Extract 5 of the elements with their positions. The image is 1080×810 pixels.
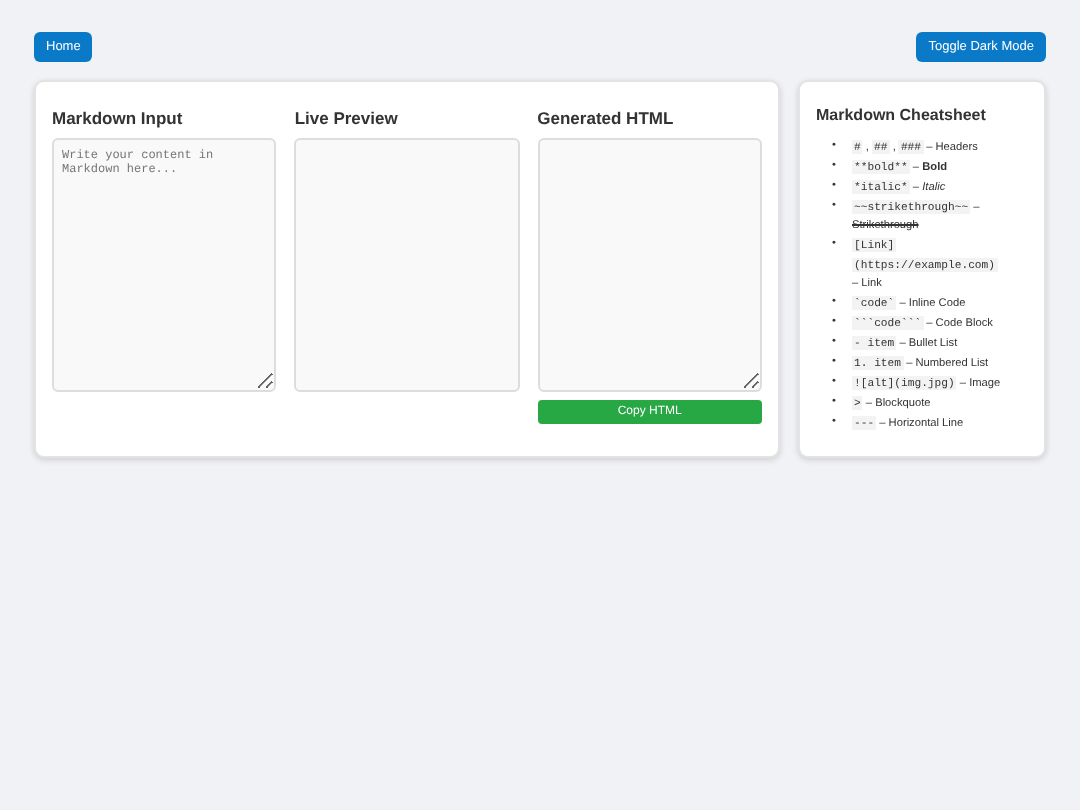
cheatsheet-title: Markdown Cheatsheet	[816, 106, 988, 124]
panel-title: Markdown Input	[52, 108, 185, 128]
panel-title: Live Preview	[294, 108, 400, 128]
html-output-field[interactable]	[537, 138, 762, 392]
panel-title: Generated HTML	[537, 108, 676, 128]
